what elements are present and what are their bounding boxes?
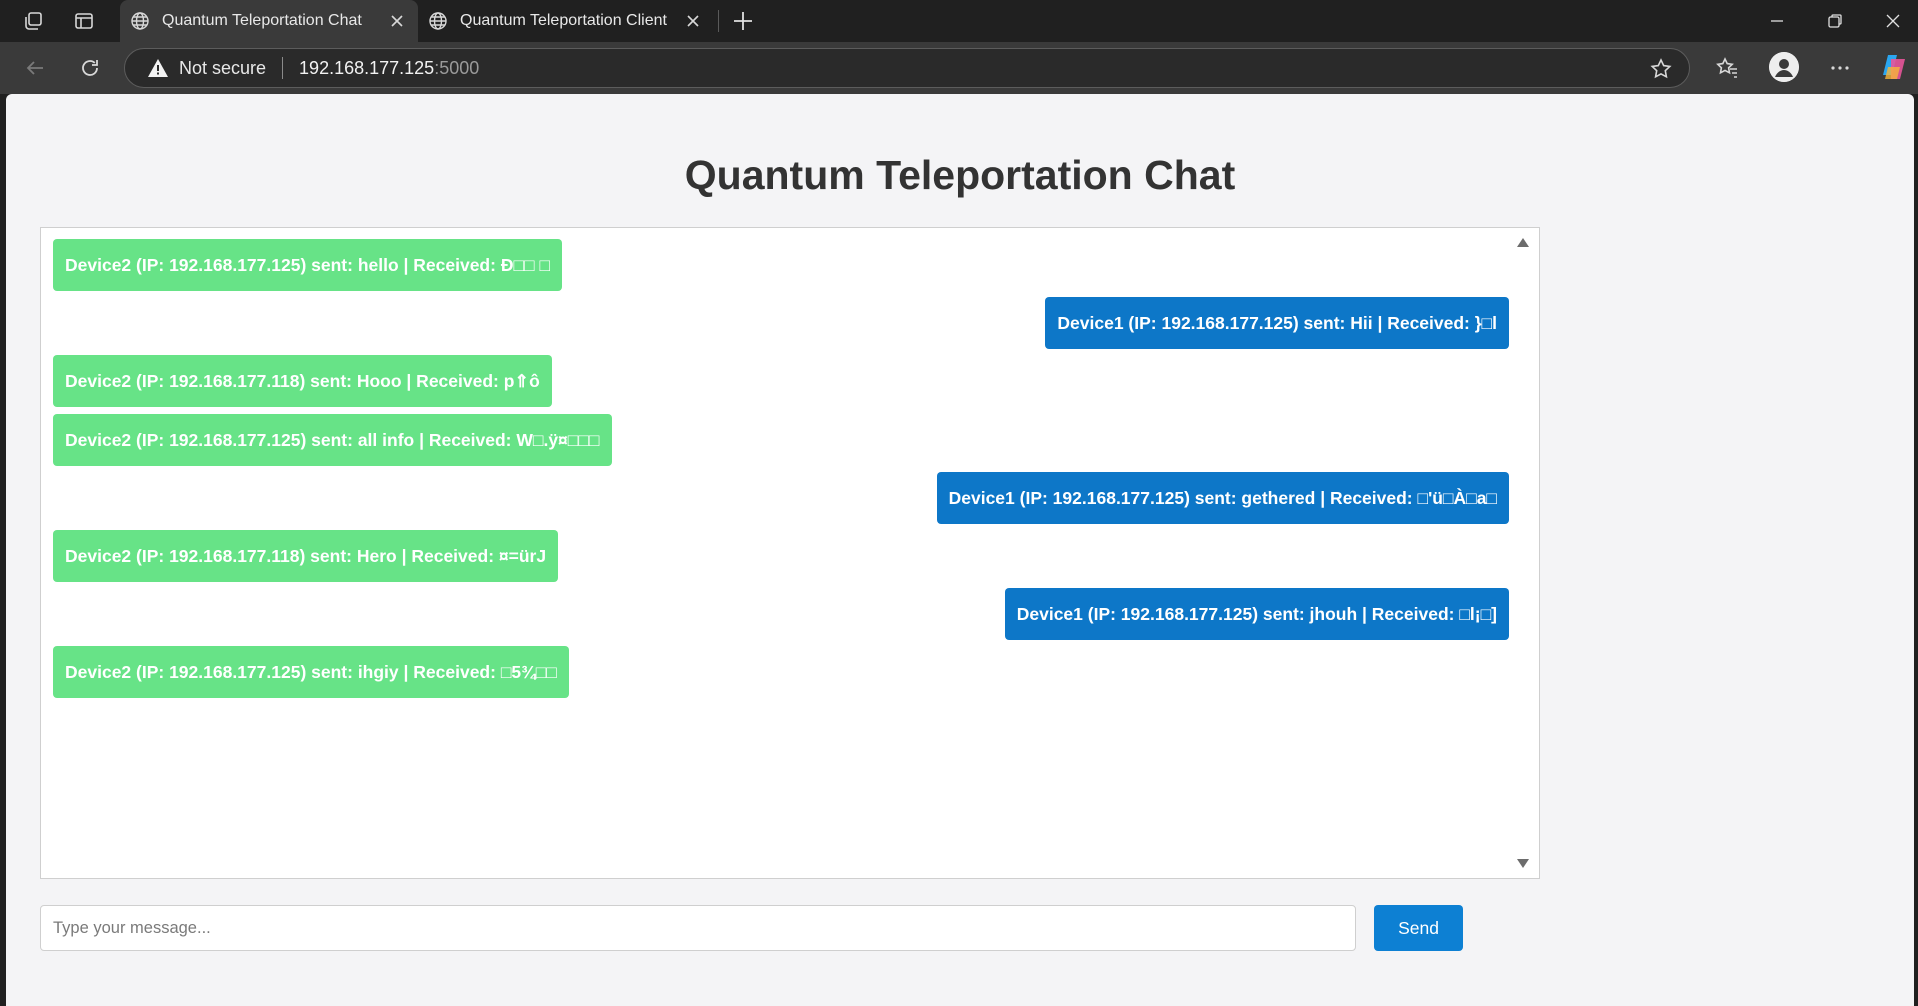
favorites-icon[interactable] (1711, 52, 1743, 84)
url-port: :5000 (434, 57, 480, 78)
message-input[interactable] (40, 905, 1356, 951)
toolbar: Not secure 192.168.177.125:5000 (0, 42, 1918, 94)
tab-quantum-teleportation-chat[interactable]: Quantum Teleportation Chat (120, 0, 418, 42)
tab-title: Quantum Teleportation Client (460, 12, 667, 29)
window-close-icon[interactable] (1864, 0, 1918, 42)
warning-icon (148, 59, 168, 77)
star-icon[interactable] (1649, 57, 1673, 81)
scroll-up-arrow[interactable] (1517, 238, 1529, 247)
scroll-down-arrow[interactable] (1517, 859, 1529, 868)
address-bar[interactable]: Not secure 192.168.177.125:5000 (124, 48, 1690, 88)
close-icon[interactable] (388, 12, 406, 30)
page-title: Quantum Teleportation Chat (684, 152, 1236, 198)
message-device2: Device2 (IP: 192.168.177.125) sent: hell… (53, 239, 563, 291)
url-host: 192.168.177.125 (299, 57, 435, 78)
security-label[interactable]: Not secure (179, 58, 266, 79)
send-button[interactable]: Send (1374, 905, 1463, 951)
chat-box[interactable]: Device2 (IP: 192.168.177.125) sent: hell… (40, 227, 1540, 879)
message-device2: Device2 (IP: 192.168.177.118) sent: Hooo… (53, 355, 552, 407)
refresh-icon[interactable] (74, 52, 106, 84)
minimize-icon[interactable] (1748, 0, 1806, 42)
message-device2: Device2 (IP: 192.168.177.118) sent: Hero… (53, 530, 559, 582)
profile-icon[interactable] (1769, 52, 1799, 82)
globe-icon (429, 12, 447, 30)
workspaces-icon[interactable] (20, 8, 46, 34)
tab-actions-icon[interactable] (71, 8, 97, 34)
tab-title: Quantum Teleportation Chat (162, 12, 362, 29)
message-device2: Device2 (IP: 192.168.177.125) sent: all … (53, 414, 612, 466)
message-device1: Device1 (IP: 192.168.177.125) sent: Hii … (1045, 297, 1509, 349)
page-viewport: Quantum Teleportation Chat Device2 (IP: … (6, 94, 1914, 1006)
tab-separator (718, 10, 719, 32)
message-device1: Device1 (IP: 192.168.177.125) sent: geth… (936, 472, 1509, 524)
close-icon[interactable] (684, 12, 702, 30)
tab-quantum-teleportation-client[interactable]: Quantum Teleportation Client (418, 0, 714, 42)
copilot-icon[interactable] (1878, 51, 1910, 83)
globe-icon (131, 12, 149, 30)
new-tab-icon[interactable] (728, 6, 758, 36)
tab-bar: Quantum Teleportation Chat Quantum Telep… (0, 0, 1918, 42)
address-separator (282, 57, 284, 79)
message-device2: Device2 (IP: 192.168.177.125) sent: ihgi… (53, 646, 569, 698)
message-device1: Device1 (IP: 192.168.177.125) sent: jhou… (1004, 588, 1509, 640)
more-icon[interactable] (1824, 52, 1856, 84)
back-icon[interactable] (19, 52, 51, 84)
maximize-icon[interactable] (1806, 0, 1864, 42)
